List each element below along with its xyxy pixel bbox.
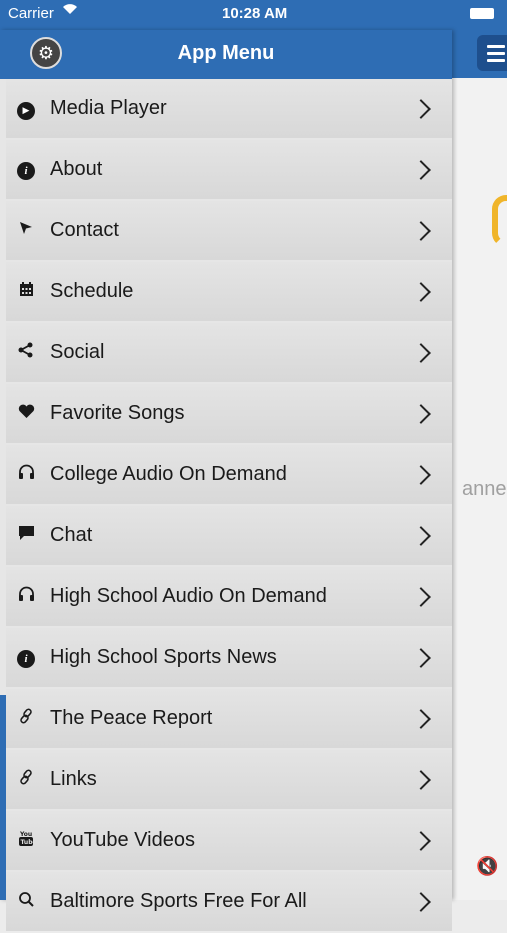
menu-item-college-audio-on-demand[interactable]: College Audio On Demand	[6, 445, 452, 504]
chevron-right-icon	[411, 98, 431, 119]
menu-item-chat[interactable]: Chat	[6, 506, 452, 565]
chevron-right-icon	[411, 464, 431, 485]
status-time: 10:28 AM	[222, 5, 288, 22]
menu-item-label: The Peace Report	[50, 707, 213, 729]
menu-item-label: High School Audio On Demand	[50, 585, 327, 607]
share-icon	[6, 342, 46, 363]
svg-text:Tube: Tube	[21, 839, 35, 846]
svg-text:You: You	[19, 831, 32, 838]
menu-item-label: Favorite Songs	[50, 402, 185, 424]
hamburger-menu-icon[interactable]	[477, 35, 507, 71]
menu-item-high-school-sports-news[interactable]: i High School Sports News	[6, 628, 452, 687]
menu-item-label: Contact	[50, 219, 119, 241]
menu-item-label: College Audio On Demand	[50, 463, 287, 485]
chevron-right-icon	[411, 403, 431, 424]
chevron-right-icon	[411, 586, 431, 607]
heart-icon	[6, 404, 46, 424]
menu-item-label: About	[50, 158, 103, 180]
info-icon: i	[6, 647, 46, 668]
play-circle-icon: ▶	[6, 98, 46, 120]
chevron-right-icon	[411, 891, 431, 912]
background-logo-fragment	[492, 195, 507, 247]
menu-item-about[interactable]: i About	[6, 140, 452, 199]
menu-item-label: YouTube Videos	[50, 829, 195, 851]
chevron-right-icon	[411, 525, 431, 546]
side-menu-drawer: ⚙ App Menu ▶ Media Player i About Contact Sch…	[0, 30, 452, 931]
youtube-icon: YouTube	[6, 830, 46, 852]
menu-item-label: Chat	[50, 524, 93, 546]
menu-header: ⚙ App Menu	[0, 30, 452, 79]
menu-item-label: Links	[50, 768, 97, 790]
chevron-right-icon	[411, 281, 431, 302]
mute-icon[interactable]: 🔇	[476, 856, 498, 877]
menu-item-social[interactable]: Social	[6, 323, 452, 382]
search-icon	[6, 891, 46, 912]
menu-item-the-peace-report[interactable]: The Peace Report	[6, 689, 452, 748]
headphones-icon	[6, 464, 46, 485]
carrier-label: Carrier	[8, 5, 54, 22]
menu-list: ▶ Media Player i About Contact Schedule Social…	[6, 79, 452, 933]
chevron-right-icon	[411, 708, 431, 729]
menu-item-label: Media Player	[50, 97, 167, 119]
menu-item-label: High School Sports News	[50, 646, 277, 668]
link-icon	[6, 708, 46, 729]
menu-item-youtube-videos[interactable]: YouTubeYouTube Videos	[6, 811, 452, 870]
headphones-icon	[6, 586, 46, 607]
info-icon: i	[6, 159, 46, 180]
background-screen: anne 🔇	[452, 0, 507, 900]
link-icon	[6, 769, 46, 790]
menu-item-media-player[interactable]: ▶ Media Player	[6, 79, 452, 138]
chevron-right-icon	[411, 830, 431, 851]
menu-item-high-school-audio-on-demand[interactable]: High School Audio On Demand	[6, 567, 452, 626]
menu-item-links[interactable]: Links	[6, 750, 452, 809]
menu-item-contact[interactable]: Contact	[6, 201, 452, 260]
menu-item-label: Schedule	[50, 280, 134, 302]
menu-item-baltimore-sports-free-for-all[interactable]: Baltimore Sports Free For All	[6, 872, 452, 931]
menu-item-favorite-songs[interactable]: Favorite Songs	[6, 384, 452, 443]
chevron-right-icon	[411, 159, 431, 180]
menu-item-schedule[interactable]: Schedule	[6, 262, 452, 321]
chevron-right-icon	[411, 220, 431, 241]
menu-title: App Menu	[177, 42, 275, 64]
wifi-icon	[62, 2, 78, 19]
background-peek-text: anne	[462, 478, 507, 500]
calendar-icon	[6, 281, 46, 302]
menu-item-label: Baltimore Sports Free For All	[50, 890, 307, 912]
battery-icon	[470, 8, 494, 19]
chevron-right-icon	[411, 647, 431, 668]
menu-item-label: Social	[50, 341, 105, 363]
chevron-right-icon	[411, 342, 431, 363]
status-bar: Carrier 10:28 AM	[0, 0, 507, 30]
chat-bubble-icon	[6, 525, 46, 546]
chevron-right-icon	[411, 769, 431, 790]
cursor-arrow-icon	[6, 220, 46, 241]
